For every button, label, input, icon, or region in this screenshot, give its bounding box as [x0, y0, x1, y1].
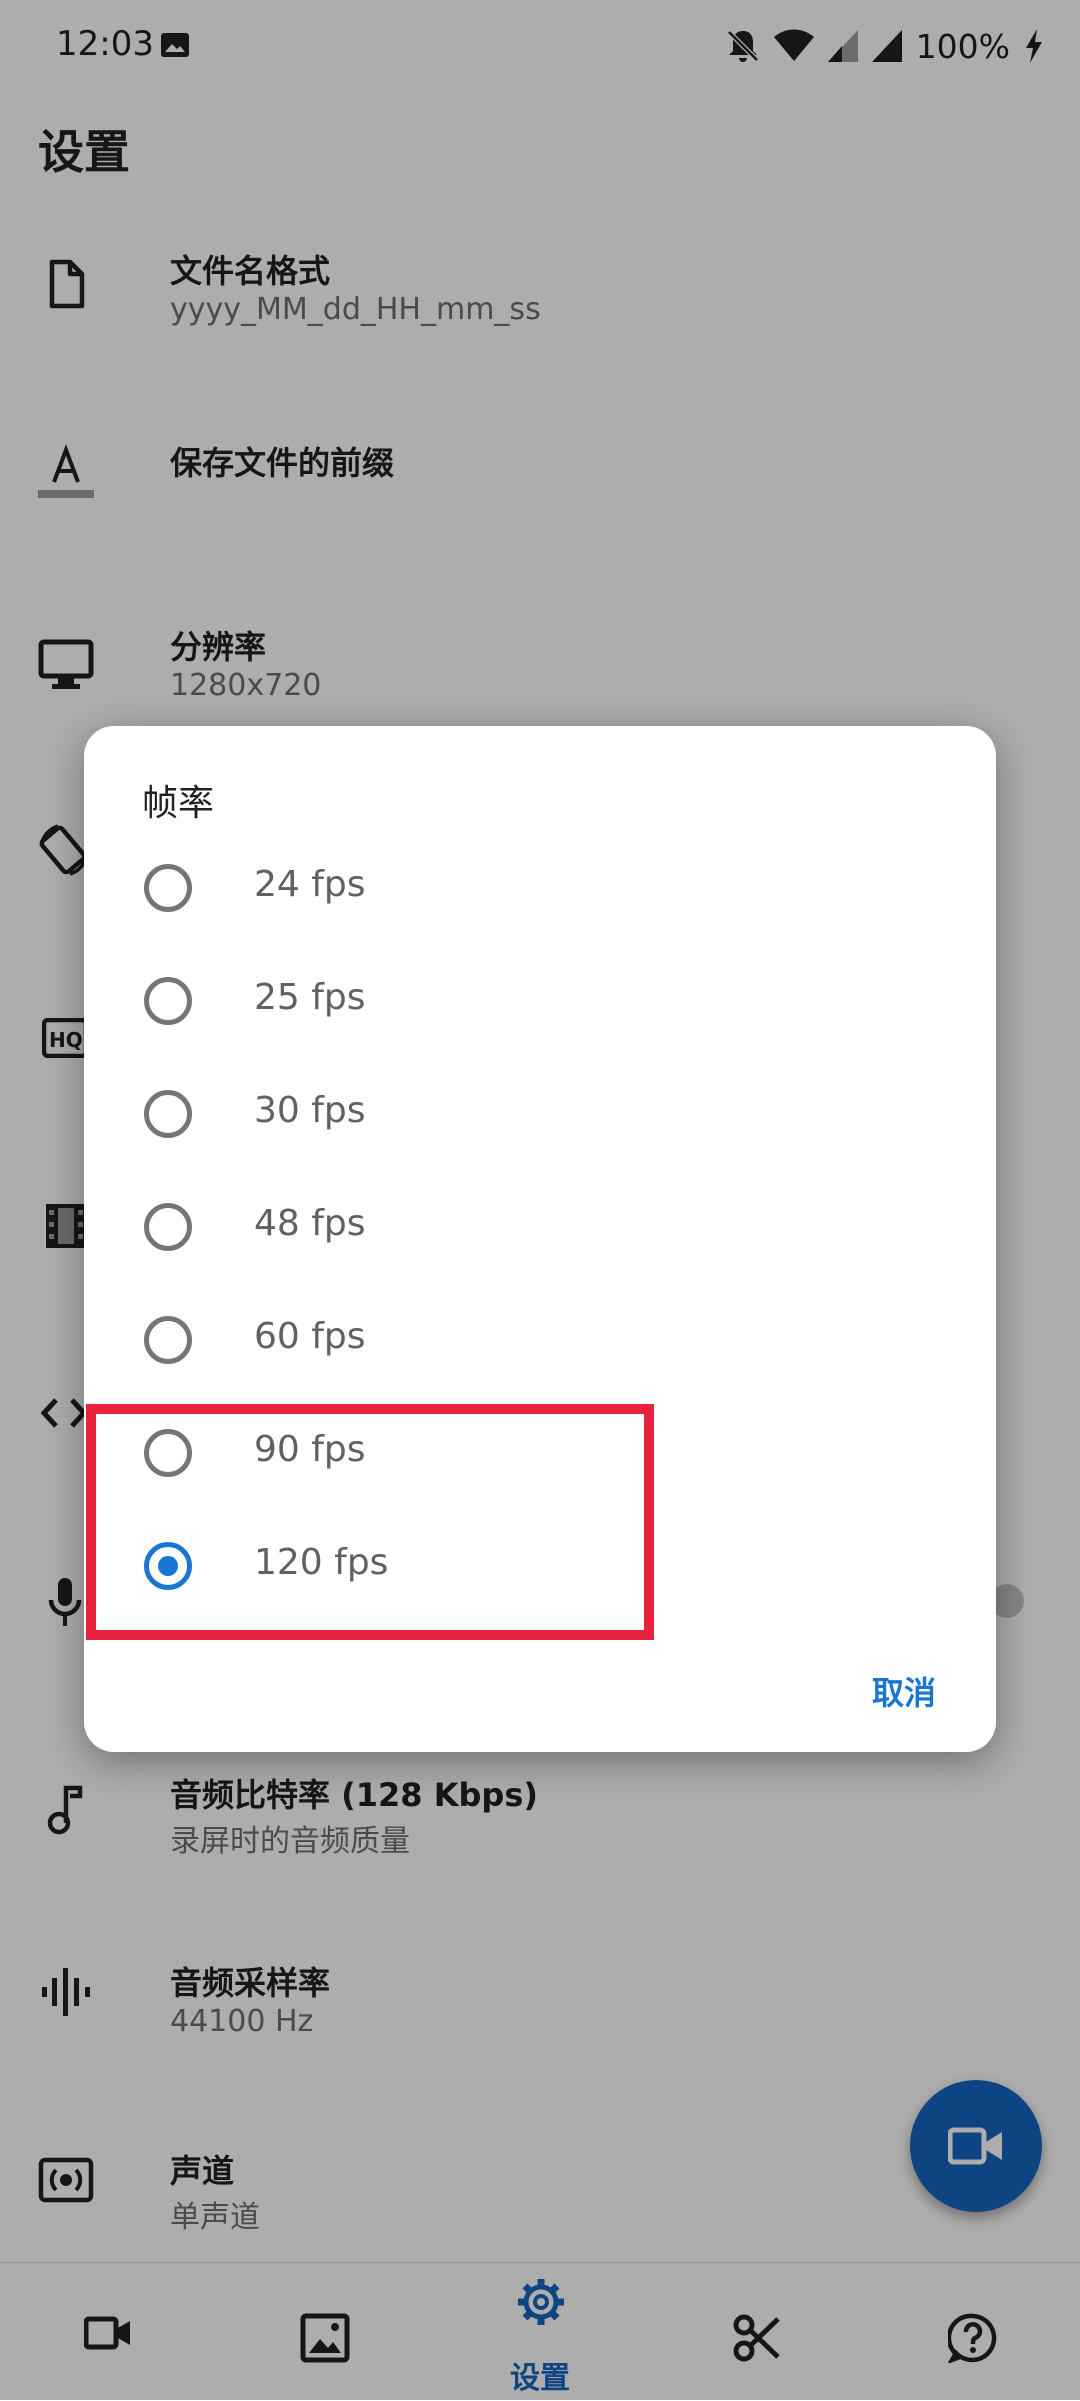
fps-option-60[interactable]: 60 fps [84, 1282, 996, 1394]
fps-option-48[interactable]: 48 fps [84, 1169, 996, 1281]
fps-option-30[interactable]: 30 fps [84, 1056, 996, 1168]
radio-button[interactable] [144, 977, 192, 1025]
radio-button[interactable] [144, 1090, 192, 1138]
highlight-annotation-box [86, 1404, 654, 1640]
option-label: 24 fps [254, 864, 366, 905]
option-label: 25 fps [254, 977, 366, 1018]
radio-button[interactable] [144, 1203, 192, 1251]
fps-option-25[interactable]: 25 fps [84, 943, 996, 1055]
cancel-button[interactable]: 取消 [872, 1668, 936, 1714]
option-label: 30 fps [254, 1090, 366, 1131]
dialog-title: 帧率 [142, 783, 215, 824]
fps-option-24[interactable]: 24 fps [84, 830, 996, 942]
radio-button[interactable] [144, 864, 192, 912]
radio-button[interactable] [144, 1316, 192, 1364]
option-label: 60 fps [254, 1316, 366, 1357]
option-label: 48 fps [254, 1203, 366, 1244]
